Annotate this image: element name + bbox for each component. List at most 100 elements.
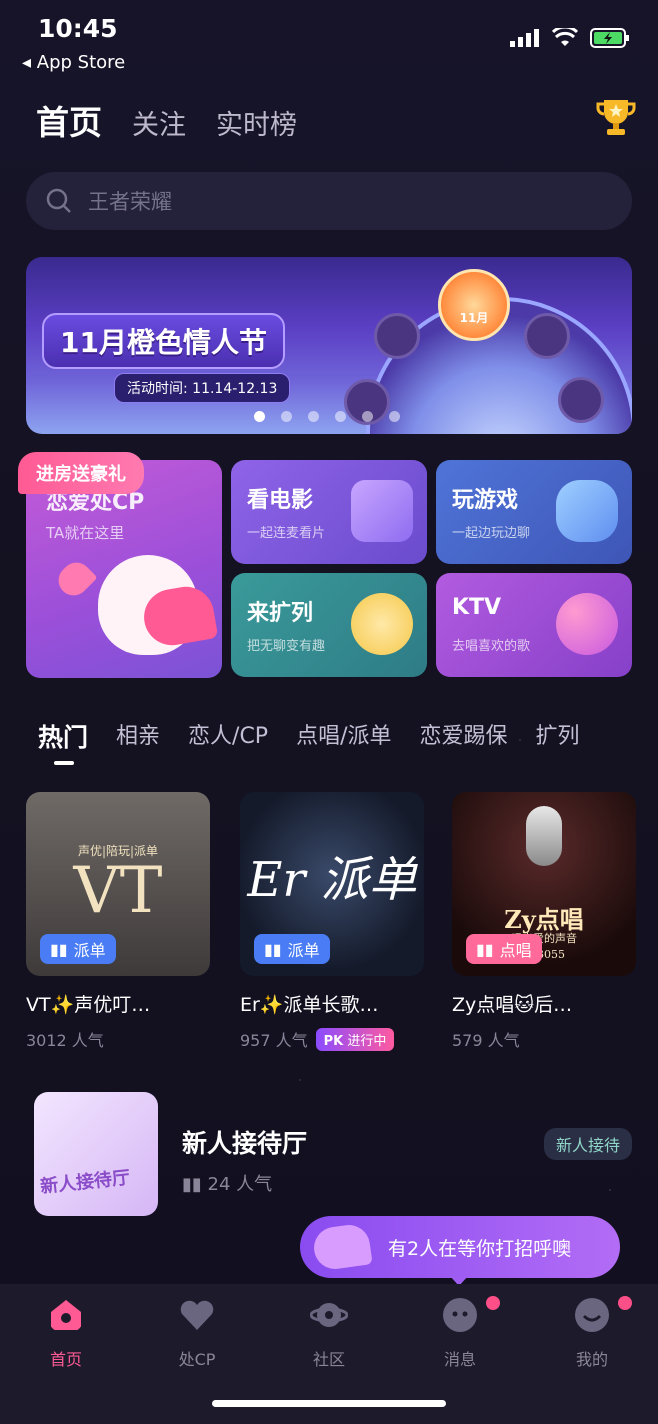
nav-messages[interactable]: 消息 [410, 1296, 510, 1370]
category-tab-cp[interactable]: 恋人/CP [188, 718, 268, 754]
tab-ranking[interactable]: 实时榜 [216, 103, 297, 142]
nav-community[interactable]: 社区 [279, 1296, 379, 1370]
room-tag-label: 点唱 [499, 941, 532, 960]
battery-icon [590, 28, 629, 48]
notification-dot [486, 1296, 500, 1310]
film-icon [351, 480, 413, 542]
pk-badge: PK 进行中 [315, 1027, 395, 1051]
room-name: Zy点唱🐱后… [452, 994, 573, 1016]
room-thumb-title: VT [73, 854, 163, 928]
nav-label: 我的 [575, 1350, 608, 1369]
banner-badge-icon [558, 377, 604, 423]
banner-medal-label: 11月 [459, 311, 489, 325]
room-popularity: 957 人气 PK 进行中 [240, 1027, 424, 1051]
room-card[interactable]: 声优|陪玩|派单 VT ▮▮ 派单 VT✨声优叮… 3012 人气 [26, 792, 210, 1051]
movie-card-subtitle: 一起连麦看片 [247, 526, 326, 541]
small-heart-icon [52, 556, 98, 602]
room-thumbnail: 声优|陪玩|派单 VT ▮▮ 派单 [26, 792, 210, 976]
search-placeholder: 王者荣耀 [88, 190, 172, 214]
feature-card-movie[interactable]: 看电影 一起连麦看片 [231, 460, 427, 564]
back-to-app-store[interactable]: ◂ App Store [22, 52, 125, 73]
banner-badge-icon [524, 313, 570, 359]
ktv-card-subtitle: 去唱喜欢的歌 [452, 639, 531, 654]
room-popularity: 579 人气 [452, 1027, 636, 1051]
category-tab-love[interactable]: 恋爱踢保 [420, 718, 508, 754]
room-card[interactable]: Zy点唱 唱出爱的声音 233055 ▮▮ 点唱 Zy点唱🐱后… 579 人气 [452, 792, 636, 1051]
nav-home[interactable]: 首页 [16, 1296, 116, 1370]
room-card[interactable]: Er 派单 ▮▮ 派单 Er✨派单长歌… 957 人气 PK 进行中 [240, 792, 424, 1051]
event-banner[interactable]: 11月 11月橙色情人节 活动时间: 11.14-12.13 [26, 257, 632, 434]
gift-ribbon: 进房送豪礼 [18, 452, 144, 494]
bars-icon: ▮▮ [264, 939, 282, 959]
room-tag: ▮▮ 派单 [40, 934, 116, 964]
game-card-subtitle: 一起边玩边聊 [452, 526, 531, 541]
party-card-title: 来扩列 [247, 601, 314, 626]
room-thumbnail: Zy点唱 唱出爱的声音 233055 ▮▮ 点唱 [452, 792, 636, 976]
signal-icon [510, 29, 539, 47]
room-tag: ▮▮ 派单 [254, 934, 330, 964]
nav-label: 消息 [443, 1350, 476, 1369]
microphone-icon [556, 593, 618, 655]
nav-profile[interactable]: 我的 [542, 1296, 642, 1370]
game-card-title: 玩游戏 [452, 488, 519, 513]
ktv-card-title: KTV [452, 595, 502, 620]
nav-label: 首页 [49, 1350, 82, 1369]
room-popularity-text: 957 人气 [240, 1031, 308, 1050]
movie-card-title: 看电影 [247, 488, 314, 513]
room-tag-label: 派单 [73, 941, 106, 960]
status-time: 10:45 [38, 14, 118, 43]
tab-home[interactable]: 首页 [36, 96, 102, 144]
room-popularity: 3012 人气 [26, 1027, 210, 1051]
feature-card-game[interactable]: 玩游戏 一起边玩边聊 [436, 460, 632, 564]
bars-icon: ▮▮ [50, 939, 68, 959]
category-tab-hot[interactable]: 热门 [38, 718, 88, 754]
room-avatar[interactable]: 新人接待厅 [34, 1092, 158, 1216]
pagination-dot[interactable] [308, 411, 319, 422]
room-thumbnail: Er 派单 ▮▮ 派单 [240, 792, 424, 976]
feature-card-party[interactable]: 来扩列 把无聊变有趣 [231, 573, 427, 677]
trophy-icon[interactable] [596, 96, 636, 138]
cp-card-subtitle: TA就在这里 [46, 524, 125, 542]
category-tab-dating[interactable]: 相亲 [116, 718, 160, 754]
greeting-text: 有2人在等你打招呼噢 [388, 1237, 572, 1260]
search-bar[interactable]: 王者荣耀 [26, 172, 632, 230]
home-icon [51, 1300, 81, 1330]
pagination-dot[interactable] [281, 411, 292, 422]
pk-label: PK [323, 1033, 344, 1049]
banner-title: 11月橙色情人节 [42, 313, 285, 369]
list-room-title[interactable]: 新人接待厅 [182, 1124, 307, 1160]
category-tab-expand[interactable]: 扩列 [536, 718, 580, 754]
bars-icon: ▮▮ [182, 1174, 208, 1195]
microphone-icon [526, 806, 562, 866]
back-arrow-icon: ◂ [22, 52, 37, 73]
search-icon [46, 188, 71, 213]
status-icons [510, 28, 630, 48]
profile-icon [575, 1298, 609, 1332]
banner-pagination [254, 411, 400, 422]
banner-date: 活动时间: 11.14-12.13 [114, 373, 291, 403]
nav-label: 处CP [178, 1350, 216, 1369]
bars-icon: ▮▮ [476, 939, 494, 959]
category-tab-indicator [54, 761, 74, 765]
category-tabs: 热门 相亲 恋人/CP 点唱/派单 恋爱踢保 扩列 [38, 718, 580, 754]
pagination-dot[interactable] [362, 411, 373, 422]
list-room-popularity: ▮▮ 24 人气 [182, 1170, 272, 1196]
pagination-dot[interactable] [389, 411, 400, 422]
nav-cp[interactable]: 处CP [147, 1296, 247, 1370]
pagination-dot[interactable] [254, 411, 265, 422]
wifi-icon [552, 28, 578, 46]
message-icon [443, 1298, 477, 1332]
laughing-face-icon [351, 593, 413, 655]
feature-card-ktv[interactable]: KTV 去唱喜欢的歌 [436, 573, 632, 677]
party-card-subtitle: 把无聊变有趣 [247, 639, 326, 654]
gamepad-icon [556, 480, 618, 542]
back-label: App Store [36, 52, 126, 73]
category-tab-sing[interactable]: 点唱/派单 [296, 718, 391, 754]
banner-medal: 11月 [438, 269, 510, 341]
tab-following[interactable]: 关注 [132, 103, 186, 142]
pagination-dot[interactable] [335, 411, 346, 422]
planet-icon [309, 1303, 349, 1327]
avatar-text: 新人接待厅 [39, 1167, 132, 1198]
home-indicator[interactable] [212, 1400, 446, 1407]
banner-badge-icon [374, 313, 420, 359]
